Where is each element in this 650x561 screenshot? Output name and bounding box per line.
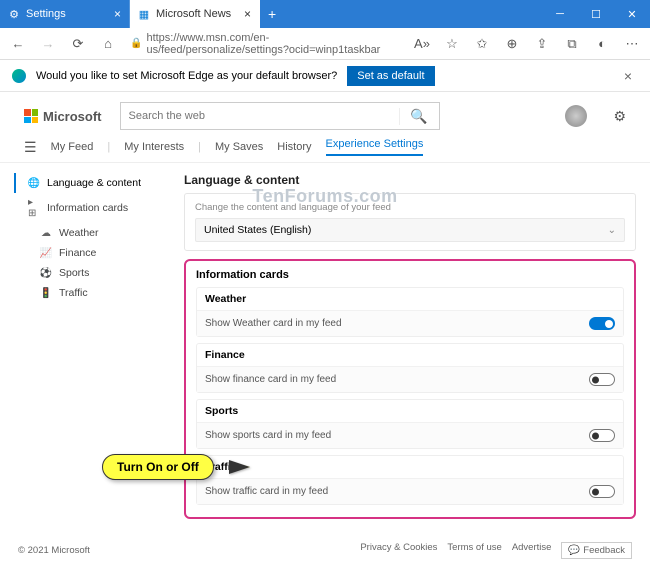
close-icon[interactable]: × bbox=[244, 7, 251, 21]
default-browser-msg: Would you like to set Microsoft Edge as … bbox=[36, 70, 337, 82]
card-header: Traffic bbox=[197, 456, 623, 479]
sidebar-item-sports[interactable]: ⚽ Sports bbox=[14, 263, 174, 283]
link-terms[interactable]: Terms of use bbox=[447, 542, 501, 559]
search-input[interactable] bbox=[121, 110, 399, 122]
card-header: Finance bbox=[197, 344, 623, 367]
card-body: Show Weather card in my feed bbox=[197, 311, 623, 336]
favorite-icon[interactable]: ☆ bbox=[440, 32, 464, 56]
card-traffic: Traffic Show traffic card in my feed bbox=[196, 455, 624, 505]
link-privacy[interactable]: Privacy & Cookies bbox=[360, 542, 437, 559]
traffic-icon: 🚦 bbox=[40, 288, 52, 299]
info-cards-title: Information cards bbox=[196, 269, 624, 281]
sidebar-item-label: Information cards bbox=[47, 202, 128, 214]
card-desc: Show sports card in my feed bbox=[205, 430, 331, 441]
toggle-traffic[interactable] bbox=[589, 485, 615, 498]
sidebar-item-label: Language & content bbox=[47, 177, 141, 189]
settings-icon: ⚙ bbox=[8, 8, 20, 20]
tab-msn-news[interactable]: ▦ Microsoft News × bbox=[130, 0, 260, 28]
link-icon[interactable]: ⧉ bbox=[560, 32, 584, 56]
card-weather: Weather Show Weather card in my feed bbox=[196, 287, 624, 337]
card-body: Show sports card in my feed bbox=[197, 423, 623, 448]
globe-icon: 🌐 bbox=[28, 178, 40, 189]
card-desc: Show Weather card in my feed bbox=[205, 318, 342, 329]
sidebar-item-finance[interactable]: 📈 Finance bbox=[14, 243, 174, 263]
edge-icon bbox=[12, 69, 26, 83]
annotation-callout: Turn On or Off bbox=[102, 454, 214, 480]
sidebar-item-label: Finance bbox=[59, 247, 96, 259]
language-select[interactable]: United States (English) ⌄ bbox=[195, 218, 625, 242]
ball-icon: ⚽ bbox=[40, 268, 52, 279]
cards-icon: ▸ ⊞ bbox=[28, 197, 40, 219]
back-button[interactable]: ← bbox=[6, 32, 30, 56]
forward-button: → bbox=[36, 32, 60, 56]
new-tab-button[interactable]: + bbox=[260, 6, 284, 22]
sidebar-item-label: Traffic bbox=[59, 287, 88, 299]
chevron-down-icon: ⌄ bbox=[608, 225, 616, 236]
favorites-list-icon[interactable]: ✩ bbox=[470, 32, 494, 56]
search-icon[interactable]: 🔍 bbox=[399, 108, 439, 125]
read-aloud-icon[interactable]: A» bbox=[410, 32, 434, 56]
microsoft-logo[interactable]: Microsoft bbox=[24, 109, 102, 124]
address-bar[interactable]: 🔒 https://www.msn.com/en-us/feed/persona… bbox=[126, 32, 404, 56]
toggle-finance[interactable] bbox=[589, 373, 615, 386]
section-title-language: Language & content bbox=[184, 173, 636, 187]
avatar[interactable] bbox=[565, 105, 587, 127]
collections-icon[interactable]: ⊕ bbox=[500, 32, 524, 56]
card-sports: Sports Show sports card in my feed bbox=[196, 399, 624, 449]
set-default-button[interactable]: Set as default bbox=[347, 66, 434, 86]
close-icon[interactable]: × bbox=[114, 7, 121, 21]
toggle-sports[interactable] bbox=[589, 429, 615, 442]
hamburger-icon[interactable]: ☰ bbox=[24, 139, 37, 156]
logo-text: Microsoft bbox=[43, 109, 102, 124]
card-header: Weather bbox=[197, 288, 623, 311]
copyright: © 2021 Microsoft bbox=[18, 545, 90, 556]
nav-experience-settings[interactable]: Experience Settings bbox=[326, 138, 424, 156]
info-cards-section: Information cards Weather Show Weather ca… bbox=[184, 259, 636, 519]
nav-history[interactable]: History bbox=[277, 141, 311, 153]
sidebar-item-label: Sports bbox=[59, 267, 89, 279]
close-window-button[interactable]: ✕ bbox=[614, 0, 650, 28]
link-advertise[interactable]: Advertise bbox=[512, 542, 552, 559]
card-header: Sports bbox=[197, 400, 623, 423]
nav-my-saves[interactable]: My Saves bbox=[215, 141, 263, 153]
nav-my-feed[interactable]: My Feed bbox=[51, 141, 94, 153]
callout-text: Turn On or Off bbox=[102, 454, 214, 480]
share-icon[interactable]: ⇪ bbox=[530, 32, 554, 56]
card-body: Show finance card in my feed bbox=[197, 367, 623, 392]
card-desc: Show traffic card in my feed bbox=[205, 486, 328, 497]
card-desc: Show finance card in my feed bbox=[205, 374, 336, 385]
chart-icon: 📈 bbox=[40, 248, 52, 259]
refresh-button[interactable]: ⟳ bbox=[66, 32, 90, 56]
lock-icon: 🔒 bbox=[130, 38, 142, 49]
sidebar-item-weather[interactable]: ☁ Weather bbox=[14, 223, 174, 243]
tab-label: Settings bbox=[26, 8, 66, 20]
sidebar-item-label: Weather bbox=[59, 227, 99, 239]
language-value: United States (English) bbox=[204, 224, 311, 236]
callout-arrow-icon bbox=[230, 461, 250, 473]
news-icon: ▦ bbox=[138, 8, 150, 20]
card-body: Show traffic card in my feed bbox=[197, 479, 623, 504]
sidebar-item-info-cards[interactable]: ▸ ⊞ Information cards bbox=[14, 193, 174, 223]
tab-label: Microsoft News bbox=[156, 8, 231, 20]
search-box[interactable]: 🔍 bbox=[120, 102, 440, 130]
url-text: https://www.msn.com/en-us/feed/personali… bbox=[146, 32, 400, 56]
minimize-button[interactable]: ─ bbox=[542, 0, 578, 28]
profile-icon[interactable]: ◐ bbox=[590, 32, 614, 56]
home-button[interactable]: ⌂ bbox=[96, 32, 120, 56]
card-finance: Finance Show finance card in my feed bbox=[196, 343, 624, 393]
nav-my-interests[interactable]: My Interests bbox=[124, 141, 184, 153]
gear-icon[interactable]: ⚙ bbox=[613, 108, 626, 125]
feedback-button[interactable]: 💬 Feedback bbox=[561, 542, 632, 559]
sidebar-item-traffic[interactable]: 🚦 Traffic bbox=[14, 283, 174, 303]
menu-icon[interactable]: ⋯ bbox=[620, 32, 644, 56]
infobar-close-icon[interactable]: × bbox=[618, 68, 638, 84]
tab-settings[interactable]: ⚙ Settings × bbox=[0, 0, 130, 28]
language-subtitle: Change the content and language of your … bbox=[195, 202, 625, 213]
sidebar-item-language[interactable]: 🌐 Language & content bbox=[14, 173, 174, 193]
cloud-icon: ☁ bbox=[40, 228, 52, 239]
toggle-weather[interactable] bbox=[589, 317, 615, 330]
ms-squares-icon bbox=[24, 109, 38, 123]
maximize-button[interactable]: ☐ bbox=[578, 0, 614, 28]
